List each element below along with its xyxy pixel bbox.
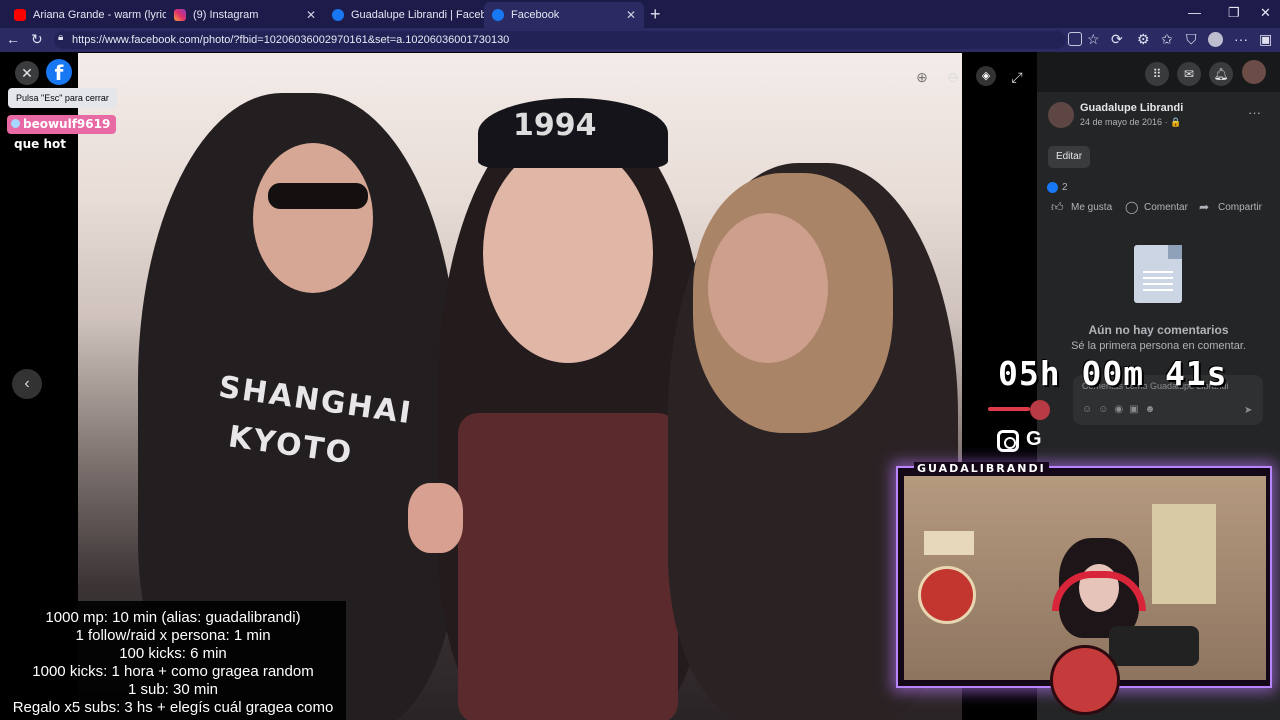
zoom-in-icon[interactable]: ⊕ [913,68,931,86]
maximize-icon[interactable]: ❐ [1228,5,1240,21]
like-button[interactable]: Me gusta [1071,202,1112,213]
messenger-icon[interactable]: ✉ [1177,62,1201,86]
user-icon [11,119,20,128]
document-icon [1134,245,1182,303]
share-button[interactable]: Compartir [1218,202,1262,213]
timer-avatar [1030,400,1050,420]
comment-icon: ◯ [1125,200,1139,214]
post-date[interactable]: 24 de mayo de 2016 · 🔒 [1080,117,1181,128]
tab-facebook-profile[interactable]: Guadalupe Librandi | Facebook ✕ [324,2,484,28]
webcam-label: GUADALIBRANDI [914,462,1049,475]
instagram-icon [174,9,186,21]
previous-photo-button[interactable]: ‹ [12,369,42,399]
shield-icon[interactable]: ⛉ [1186,31,1197,48]
facebook-icon [492,9,504,21]
window-close-icon[interactable]: ✕ [1260,5,1271,21]
platform-sign [918,566,976,624]
instagram-icon [997,430,1019,452]
timer-progress-bar [988,407,1030,411]
extension-icon[interactable]: ⟳ [1111,31,1123,48]
menu-grid-icon[interactable]: ⠿ [1145,62,1169,86]
author-name[interactable]: Guadalupe Librandi [1080,102,1183,114]
rule-line: 100 kicks: 6 min [119,645,227,662]
bell-icon[interactable]: 🔔︎ [1209,62,1233,86]
like-count[interactable]: 2 [1062,182,1068,193]
tab-title: Facebook [511,9,560,21]
no-comments-subtitle: Sé la primera persona en comentar. [1071,340,1246,352]
new-tab-icon[interactable]: + [650,4,661,25]
reload-icon[interactable]: ↻ [31,31,43,48]
more-options-icon[interactable]: ··· [1248,105,1261,120]
chat-user-badge: beowulf9619 [7,115,117,134]
close-icon[interactable]: ✕ [300,8,316,22]
close-icon[interactable]: ✕ [620,8,636,22]
chat-username: beowulf9619 [23,117,111,131]
like-reaction-icon [1047,182,1058,193]
tab-title: Ariana Grande - warm (lyric vi [33,9,166,21]
comment-button[interactable]: Comentar [1144,202,1188,213]
stream-timer: 05h 00m 41s [998,354,1228,393]
sidebar-icon[interactable]: ▣ [1259,31,1272,48]
comment-tools[interactable]: ☺☺◉▣☻ [1082,404,1161,415]
minimize-icon[interactable]: — [1188,5,1201,20]
back-icon[interactable]: ← [6,31,20,47]
facebook-logo[interactable]: f [46,59,72,85]
tab-title: Guadalupe Librandi | Facebook [351,9,484,21]
microphone [1109,626,1199,666]
rule-line: 1 follow/raid x persona: 1 min [75,627,271,644]
chat-message: que hot [14,137,66,151]
rule-line: Regalo x5 subs: 3 hs + elegís cuál grage… [12,699,334,716]
url-input[interactable]: https://www.facebook.com/photo/?fbid=102… [54,31,1066,49]
face-left [253,143,373,293]
close-tooltip: Pulsa "Esc" para cerrar [8,88,117,108]
beanie-text: 1994 [513,108,597,143]
red-top [458,413,678,720]
puzzle-icon[interactable]: ⚙ [1137,31,1150,48]
tab-facebook[interactable]: Facebook ✕ [484,2,644,28]
rule-line: 1000 kicks: 1 hora + como gragea random [32,663,314,680]
poster-hogwarts [924,531,974,555]
rule-line: 1000 mp: 10 min (alias: guadalibrandi) [45,609,301,626]
share-icon: ➦ [1199,200,1210,214]
social-handle-fragment: G [1026,428,1042,450]
face-right [708,213,828,363]
facebook-icon [332,9,344,21]
thumbs-up-icon: 👍︎ [1051,200,1064,214]
star-icon[interactable]: ☆ [1087,31,1100,48]
tag-icon[interactable]: ◈ [976,66,996,86]
rule-line: 1 sub: 30 min [127,681,219,698]
reader-icon[interactable] [1068,32,1082,46]
lock-icon[interactable]: 🔒︎ [58,32,63,43]
sunglasses [268,183,368,209]
youtube-icon [14,9,26,21]
account-avatar[interactable] [1242,60,1266,84]
tab-title: (9) Instagram [193,9,259,21]
tab-youtube[interactable]: Ariana Grande - warm (lyric vi ✕ [6,2,166,28]
author-avatar[interactable] [1048,102,1074,128]
tab-instagram[interactable]: (9) Instagram ✕ [166,2,324,28]
zoom-out-icon[interactable]: ⊖ [944,68,962,86]
send-icon[interactable]: ➤ [1244,405,1252,416]
hand [408,483,463,553]
edit-button[interactable]: Editar [1048,146,1090,168]
close-viewer-button[interactable]: ✕ [15,61,39,85]
subathon-rules: 1000 mp: 10 min (alias: guadalibrandi) 1… [0,601,346,720]
profile-avatar[interactable] [1208,32,1223,47]
poster-wanted [1152,504,1216,604]
no-comments-title: Aún no hay comentarios [1088,323,1229,337]
fullscreen-icon[interactable]: ⤢ [1008,68,1026,86]
favorites-icon[interactable]: ✩ [1161,31,1173,48]
more-icon[interactable]: ··· [1234,31,1248,47]
face-middle [483,143,653,363]
streamer-avatar [1050,645,1120,715]
